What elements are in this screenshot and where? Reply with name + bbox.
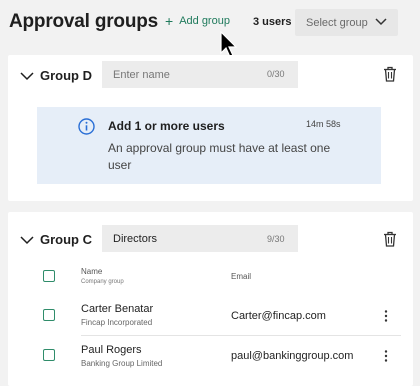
column-header-company: Company group <box>81 279 124 285</box>
add-group-button[interactable]: + Add group <box>165 12 230 29</box>
user-company: Fincap Incorporated <box>81 318 153 327</box>
column-header-name: Name <box>81 267 103 276</box>
validation-notice: Add 1 or more users 14m 58s An approval … <box>37 107 381 184</box>
user-count: 3 users <box>253 16 292 28</box>
add-group-label: Add group <box>179 15 230 27</box>
more-options-icon[interactable] <box>380 309 392 323</box>
user-email: paul@bankinggroup.com <box>231 350 354 362</box>
group-card-d: Group D 0/30 Add 1 or more users 14m 58s… <box>8 55 413 201</box>
char-count: 9/30 <box>267 234 285 244</box>
row-checkbox[interactable] <box>43 309 55 321</box>
chevron-down-icon <box>20 71 34 80</box>
page-title: Approval groups <box>9 11 159 32</box>
trash-icon[interactable] <box>383 66 397 82</box>
row-checkbox[interactable] <box>43 349 55 361</box>
trash-icon[interactable] <box>383 231 397 247</box>
chevron-down-icon <box>20 235 34 244</box>
user-name: Carter Benatar <box>81 303 154 315</box>
group-name: Group D <box>40 68 92 83</box>
more-options-icon[interactable] <box>380 349 392 363</box>
notice-body: An approval group must have at least one… <box>108 141 331 172</box>
plus-icon: + <box>165 12 174 29</box>
notice-title: Add 1 or more users <box>108 119 225 133</box>
group-name: Group C <box>40 232 92 247</box>
user-name: Paul Rogers <box>81 344 142 356</box>
page-header: Approval groups + Add group 3 users Sele… <box>0 0 420 58</box>
notice-timer: 14m 58s <box>306 119 341 129</box>
column-header-email: Email <box>231 272 252 281</box>
group-card-c: Group C 9/30 Name Company group Email Ca… <box>8 212 413 386</box>
select-all-checkbox[interactable] <box>43 270 55 282</box>
select-group-value: Select group <box>306 16 368 29</box>
group-d-toggle[interactable]: Group D <box>20 68 92 83</box>
char-count: 0/30 <box>267 69 285 79</box>
group-c-toggle[interactable]: Group C <box>20 232 92 247</box>
user-company: Banking Group Limited <box>81 359 163 368</box>
select-group-dropdown[interactable]: Select group <box>295 9 398 36</box>
info-icon <box>78 118 95 135</box>
row-divider <box>81 335 401 336</box>
chevron-down-icon <box>375 18 387 26</box>
user-email: Carter@fincap.com <box>231 310 326 322</box>
